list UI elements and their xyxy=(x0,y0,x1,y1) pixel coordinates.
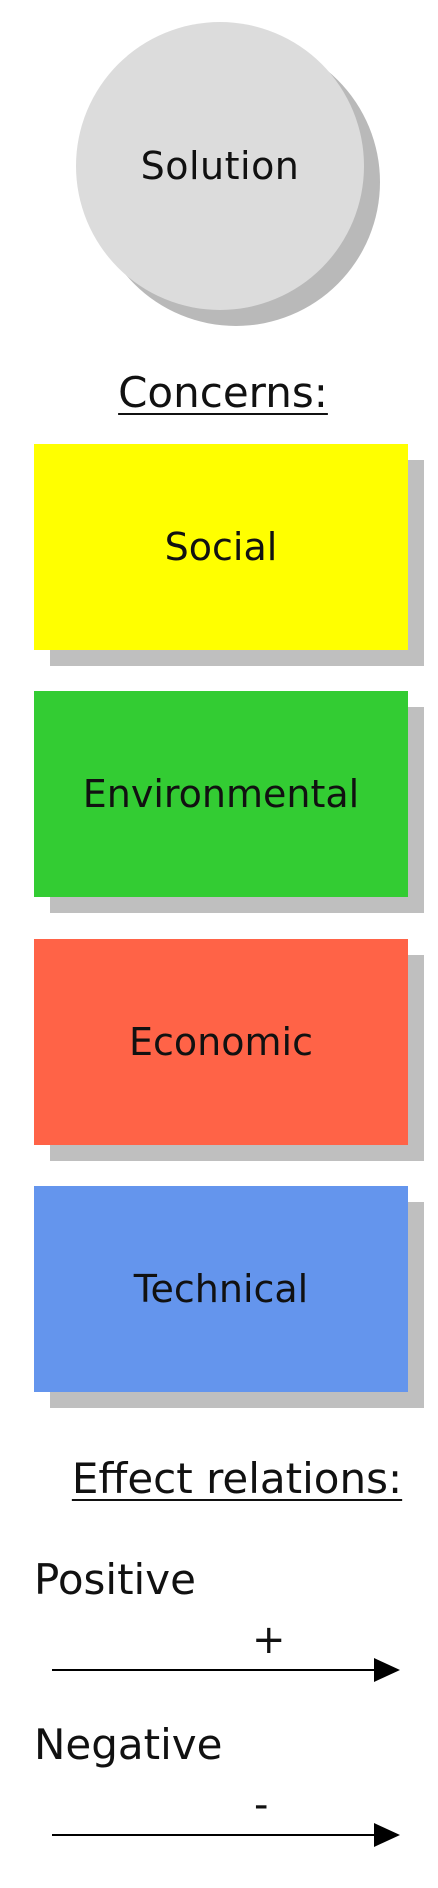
concern-economic: Economic xyxy=(34,939,408,1145)
solution-label: Solution xyxy=(140,144,300,188)
solution-node: Solution xyxy=(76,22,364,310)
concern-environmental: Environmental xyxy=(34,691,408,897)
concern-technical: Technical xyxy=(34,1186,408,1392)
concern-economic-label: Economic xyxy=(129,1020,313,1064)
concern-social: Social xyxy=(34,444,408,650)
effect-relations-heading: Effect relations: xyxy=(71,1454,403,1503)
negative-arrow-icon xyxy=(52,1823,400,1847)
positive-arrow-icon xyxy=(52,1658,400,1682)
positive-relation-label: Positive xyxy=(34,1555,196,1604)
concern-environmental-label: Environmental xyxy=(82,772,360,816)
positive-sign: + xyxy=(252,1617,286,1663)
negative-relation-label: Negative xyxy=(34,1720,223,1769)
negative-sign: - xyxy=(254,1782,269,1828)
concern-technical-label: Technical xyxy=(133,1267,309,1311)
concerns-heading: Concerns: xyxy=(118,368,328,417)
concern-social-label: Social xyxy=(164,525,278,569)
